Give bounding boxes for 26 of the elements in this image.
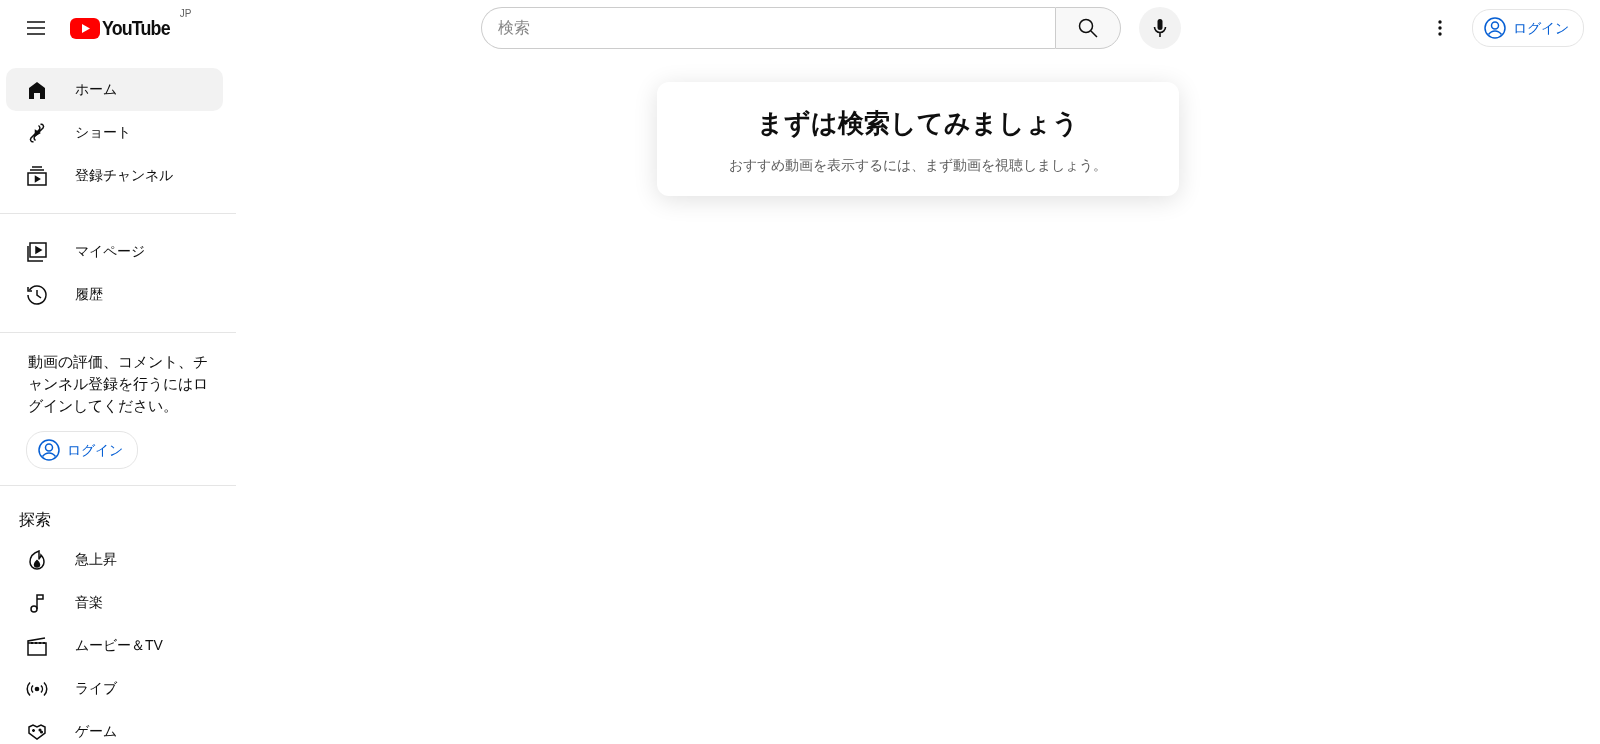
login-prompt: 動画の評価、コメント、チャンネル登録を行うにはログインしてください。 — [27, 352, 209, 416]
play-logo-icon — [70, 17, 100, 39]
video-library-icon — [25, 239, 49, 264]
user-icon — [1483, 16, 1507, 40]
sidebar-item[interactable]: ライブ — [6, 667, 223, 710]
subscriptions-icon — [25, 163, 49, 188]
user-icon — [37, 438, 61, 462]
search-button[interactable] — [1055, 7, 1122, 49]
sidebar-item[interactable]: 音楽 — [6, 581, 223, 624]
microphone-button[interactable] — [1139, 7, 1182, 49]
sidebar-item[interactable]: ショート — [6, 111, 223, 154]
sidebar-item[interactable]: 急上昇 — [6, 538, 223, 581]
more-icon — [1438, 20, 1442, 36]
section-heading: 探索 — [18, 510, 52, 530]
sidebar-item[interactable]: マイページ — [6, 230, 223, 273]
login-button[interactable]: ログイン — [26, 431, 138, 469]
sidebar-item[interactable]: 登録チャンネル — [6, 154, 223, 197]
sidebar-item[interactable]: ホーム — [6, 68, 223, 111]
sidebar-item[interactable]: 履歴 — [6, 273, 223, 316]
history-icon — [25, 282, 49, 307]
sidebar-item[interactable]: ゲーム — [6, 710, 223, 744]
empty-state-message: おすすめ動画を表示するには、まず動画を視聴しましょう。 — [728, 156, 1108, 176]
empty-state-title: まずは検索してみましょう — [756, 108, 1080, 140]
search-field[interactable]: 検索 — [481, 7, 1056, 49]
login-button[interactable]: ログイン — [1472, 9, 1584, 47]
sidebar-item[interactable]: ムービー＆TV — [6, 624, 223, 667]
